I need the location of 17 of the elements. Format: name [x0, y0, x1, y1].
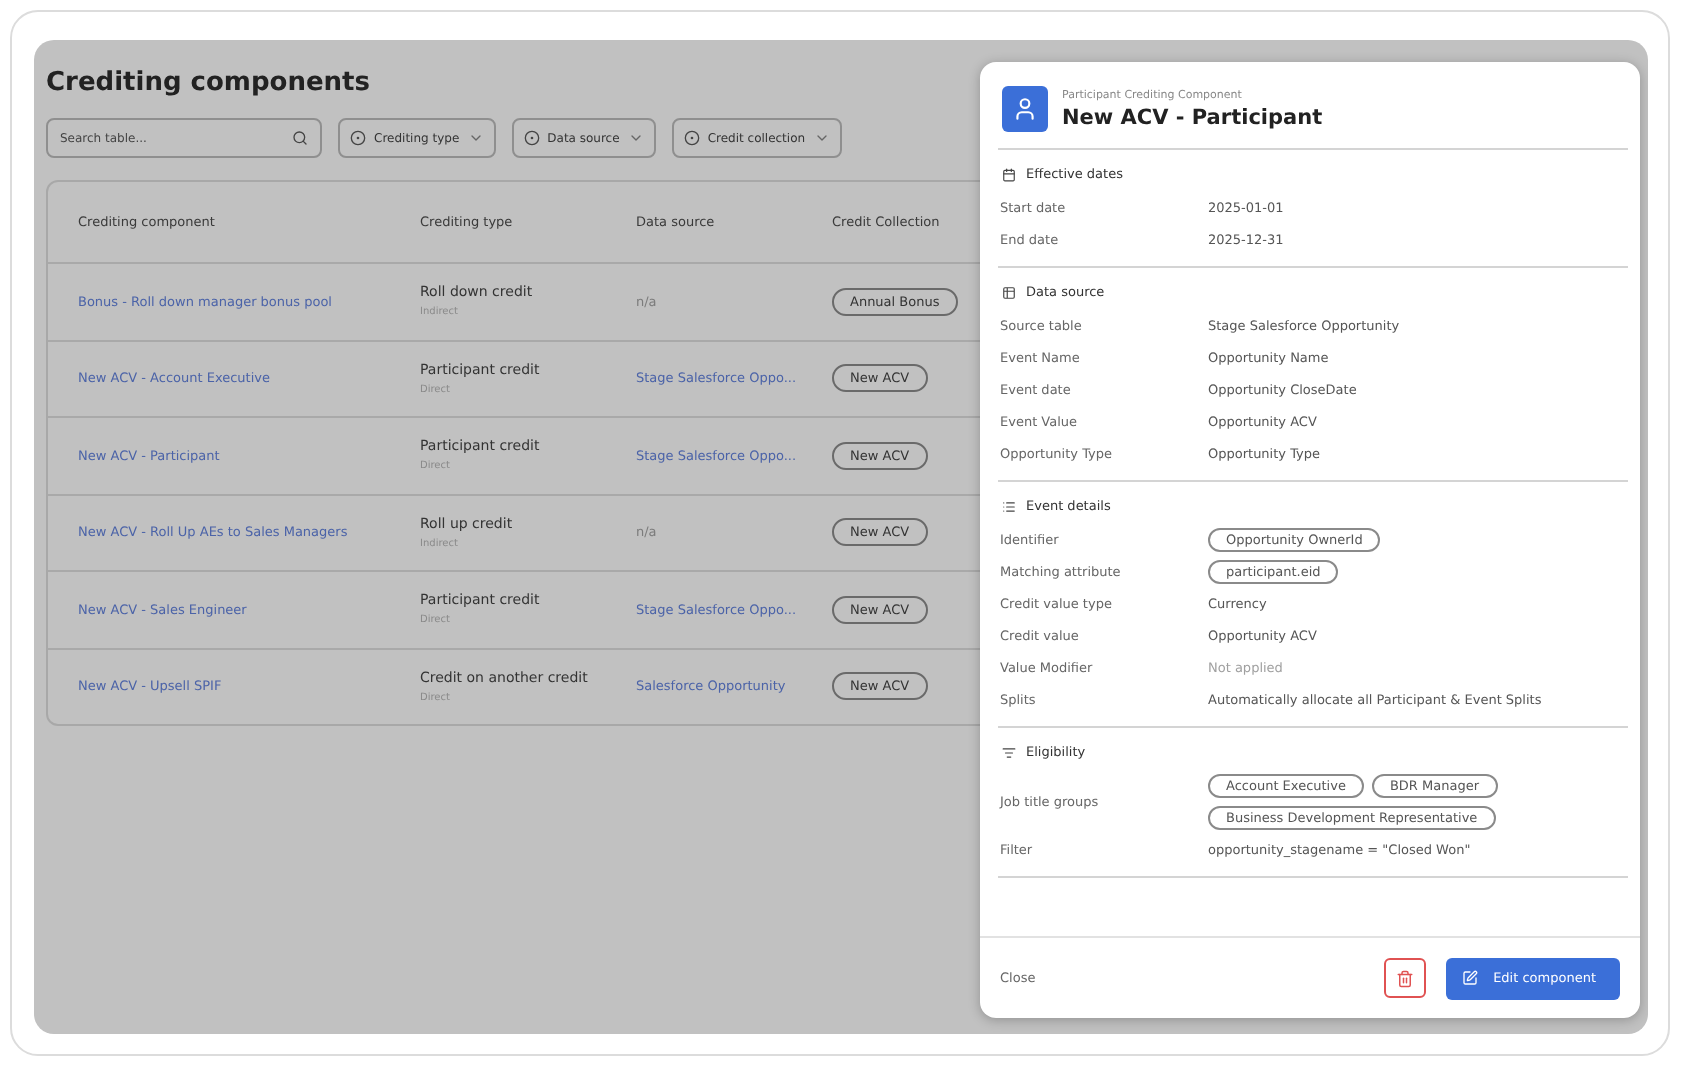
edit-icon — [1461, 970, 1478, 986]
delete-button[interactable] — [1383, 958, 1426, 998]
circle-dot-icon — [523, 130, 540, 146]
chevron-down-icon — [627, 130, 644, 146]
circle-dot-icon — [350, 130, 366, 146]
table-icon — [1002, 285, 1016, 299]
trash-icon — [1395, 969, 1414, 987]
user-icon — [1002, 86, 1048, 132]
list-icon — [1002, 499, 1016, 513]
chevron-down-icon — [467, 130, 484, 146]
panel-title: New ACV - Participant — [1062, 105, 1323, 129]
calendar-icon — [1002, 167, 1016, 181]
circle-dot-icon — [683, 130, 700, 146]
search-icon — [292, 130, 308, 146]
chevron-down-icon — [813, 130, 830, 146]
page-title: Crediting components — [46, 68, 370, 98]
filter-icon — [1002, 745, 1016, 759]
